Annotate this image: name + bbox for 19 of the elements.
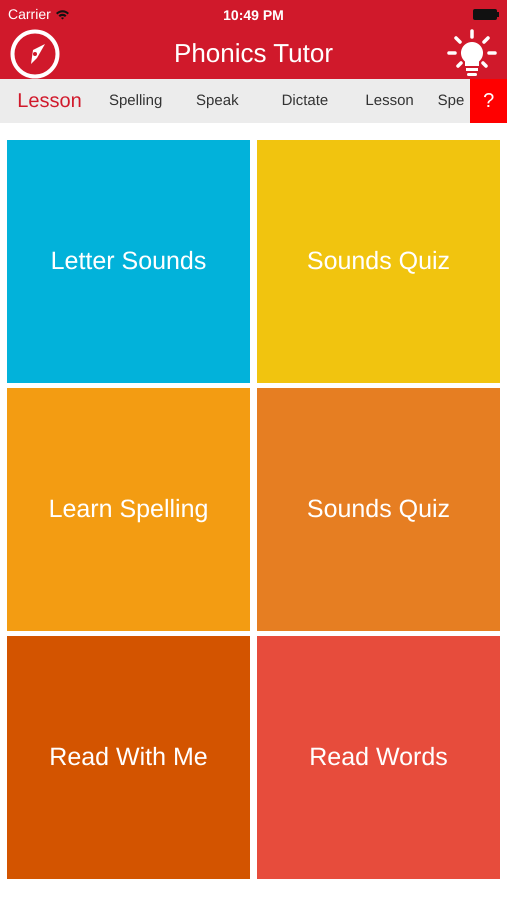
tab[interactable]: Spelling [108, 90, 162, 112]
menu-tile[interactable]: Learn Spelling [7, 388, 250, 631]
menu-tile[interactable]: Read With Me [7, 636, 250, 879]
menu-tile[interactable]: Letter Sounds [7, 140, 250, 383]
app-title: Phonics Tutor [174, 37, 333, 70]
tab[interactable]: Lesson [17, 86, 82, 116]
tab[interactable]: Spe [438, 90, 464, 112]
wifi-icon [54, 8, 70, 20]
menu-tile[interactable]: Sounds Quiz [257, 388, 500, 631]
lightbulb-icon[interactable] [446, 28, 497, 78]
help-button[interactable]: ? [470, 79, 507, 123]
tab[interactable]: Speak [196, 90, 239, 112]
compass-icon[interactable] [10, 28, 60, 78]
carrier-label: Carrier [8, 4, 51, 24]
menu-tile[interactable]: Read Words [257, 636, 500, 879]
battery-icon [473, 8, 499, 20]
tab[interactable]: Lesson [365, 90, 414, 112]
tab[interactable]: Dictate [282, 90, 328, 112]
clock: 10:49 PM [223, 6, 284, 25]
